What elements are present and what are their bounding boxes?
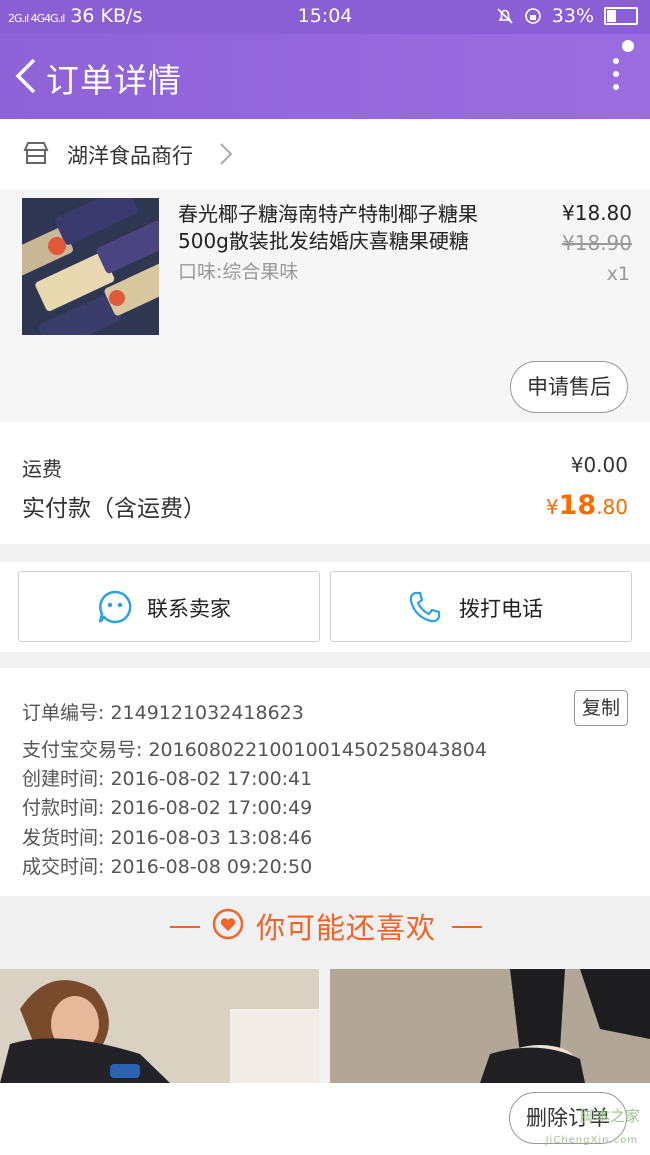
recommend-item-image[interactable] — [330, 969, 650, 1083]
back-arrow-icon[interactable] — [10, 56, 46, 96]
contact-seller-button[interactable]: 联系卖家 — [18, 571, 320, 642]
woman-photo — [0, 969, 319, 1083]
title-bar: 订单详情 — [0, 34, 650, 119]
contact-section: 联系卖家 拨打电话 — [0, 562, 650, 652]
page-title: 订单详情 — [46, 61, 182, 100]
recommend-header: 你可能还喜欢 — [0, 896, 650, 958]
recommend-title: 你可能还喜欢 — [256, 911, 437, 945]
alipay-number: 支付宝交易号: 2016080221001001450258043804 — [22, 739, 487, 761]
product-title[interactable]: 春光椰子糖海南特产特制椰子糖果500g散装批发结婚庆喜糖果硬糖 — [178, 201, 528, 255]
product-price: ¥18.80 — [562, 201, 632, 225]
after-sale-button[interactable]: 申请售后 — [510, 361, 628, 413]
shop-row[interactable]: 湖洋食品商行 — [0, 119, 650, 189]
rotation-lock-icon — [524, 8, 541, 24]
paid-amount-dec: .80 — [596, 495, 628, 519]
shipped-time: 发货时间: 2016-08-03 13:08:46 — [22, 827, 313, 849]
battery-percent: 33% — [551, 5, 594, 27]
order-number: 订单编号: 2149121032418623 — [22, 702, 304, 724]
order-info: 订单编号: 2149121032418623 复制 支付宝交易号: 201608… — [0, 668, 650, 896]
bottom-bar: 删除订单 脚本之家 JiChengXin.com — [0, 1083, 650, 1155]
chevron-right-icon — [220, 143, 233, 165]
recommend-item-image[interactable] — [0, 969, 319, 1083]
recommend-grid — [0, 969, 650, 1083]
chat-bubble-icon — [98, 590, 132, 624]
heart-icon — [212, 908, 244, 940]
fee-summary: 运费 ¥0.00 实付款（含运费） ¥18.80 — [0, 422, 650, 544]
product-card[interactable]: 春光椰子糖海南特产特制椰子糖果500g散装批发结婚庆喜糖果硬糖 口味:综合果味 … — [0, 189, 650, 422]
product-image[interactable] — [22, 198, 159, 335]
call-phone-label: 拨打电话 — [459, 597, 543, 621]
mute-bell-icon — [497, 8, 513, 24]
notification-dot — [622, 40, 634, 52]
battery-icon — [604, 7, 638, 25]
shipping-label: 运费 — [22, 457, 62, 481]
product-quantity: x1 — [606, 263, 630, 285]
paid-currency: ¥ — [545, 495, 559, 519]
paid-amount-int: 18 — [558, 490, 597, 521]
decor-line-left — [170, 926, 200, 928]
completed-time: 成交时间: 2016-08-08 09:20:50 — [22, 856, 313, 878]
shop-name: 湖洋食品商行 — [67, 144, 193, 168]
candy-image — [22, 198, 159, 335]
phone-icon — [409, 591, 441, 623]
sandals-photo — [330, 969, 650, 1083]
decor-line-right — [452, 926, 482, 928]
paid-label: 实付款（含运费） — [22, 496, 206, 522]
watermark-logo: 脚本之家 — [579, 1107, 640, 1125]
call-phone-button[interactable]: 拨打电话 — [330, 571, 632, 642]
contact-seller-label: 联系卖家 — [147, 597, 231, 621]
paid-time: 付款时间: 2016-08-02 17:00:49 — [22, 797, 313, 819]
watermark-url: JiChengXin.com — [545, 1135, 638, 1146]
status-bar: 2G.ıl 4G4G.ıl 36 KB/s 15:04 33% — [0, 0, 650, 34]
store-icon — [23, 142, 49, 164]
paid-amount: ¥18.80 — [546, 490, 628, 521]
status-right: 33% — [496, 5, 638, 27]
shipping-value: ¥0.00 — [570, 453, 628, 477]
created-time: 创建时间: 2016-08-02 17:00:41 — [22, 768, 313, 790]
copy-button[interactable]: 复制 — [574, 690, 628, 726]
product-attribute: 口味:综合果味 — [178, 261, 299, 283]
product-original-price: ¥18.90 — [562, 231, 632, 255]
more-menu-icon[interactable] — [612, 58, 620, 98]
